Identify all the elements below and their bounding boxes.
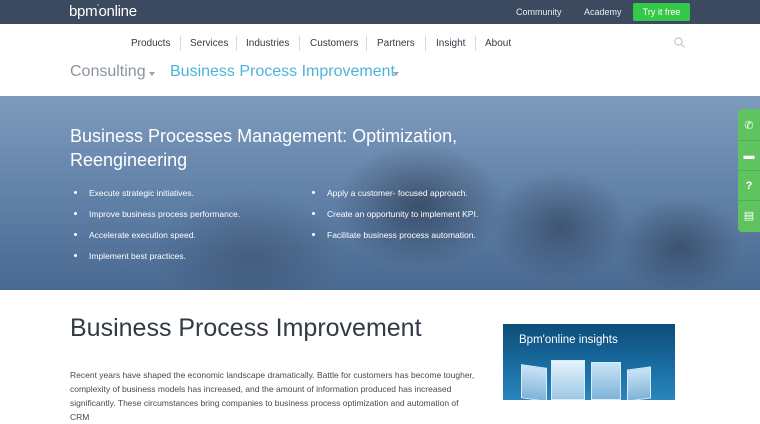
nav-divider xyxy=(180,36,181,51)
nav-divider xyxy=(366,36,367,51)
nav-products[interactable]: Products xyxy=(131,38,170,49)
nav-insight[interactable]: Insight xyxy=(436,38,465,49)
page-title: Business Process Improvement xyxy=(70,314,422,342)
try-it-free-button[interactable]: Try it free xyxy=(633,3,690,21)
hero-bullet: Facilitate business process automation. xyxy=(312,230,476,240)
hero-title: Business Processes Management: Optimizat… xyxy=(70,126,458,170)
hero-bullet: Create an opportunity to implement KPI. xyxy=(311,209,479,219)
logo-text-suffix: online xyxy=(98,3,138,20)
phone-icon[interactable]: ✆ xyxy=(738,111,760,141)
search-icon[interactable] xyxy=(674,37,685,48)
nav-partners[interactable]: Partners xyxy=(377,38,415,49)
insights-video-thumbnail[interactable]: Bpm'online insights xyxy=(503,324,675,400)
logo-text-prefix: bpm xyxy=(69,3,98,20)
side-toolbar: ✆ ▬ ? ▤ xyxy=(738,109,760,232)
screen-panel xyxy=(627,366,651,400)
nav-divider xyxy=(236,36,237,51)
chevron-down-icon[interactable] xyxy=(393,72,399,76)
insights-label: Bpm'online insights xyxy=(519,334,618,346)
breadcrumb-consulting[interactable]: Consulting xyxy=(70,63,146,81)
breadcrumb-business-process-improvement[interactable]: Business Process Improvement xyxy=(170,63,395,81)
screen-panel xyxy=(521,364,547,400)
academy-link[interactable]: Academy xyxy=(584,7,622,17)
bpmonline-logo[interactable]: bpm'online xyxy=(69,3,137,20)
hero-bullet: Apply a customer- focused approach. xyxy=(312,188,468,198)
chevron-down-icon[interactable] xyxy=(149,72,155,76)
feedback-icon[interactable]: ▤ xyxy=(738,201,760,231)
top-bar: bpm'online Community Academy Try it free xyxy=(0,0,760,24)
intro-paragraph: Recent years have shaped the economic la… xyxy=(70,370,475,422)
screen-panel xyxy=(591,362,621,400)
nav-industries[interactable]: Industries xyxy=(246,38,289,49)
chat-icon[interactable]: ▬ xyxy=(738,141,760,171)
hero-bullet: Implement best practices. xyxy=(74,251,186,261)
nav-services[interactable]: Services xyxy=(190,38,228,49)
community-link[interactable]: Community xyxy=(516,7,562,17)
nav-divider xyxy=(425,36,426,51)
screen-panel xyxy=(551,360,585,400)
nav-divider xyxy=(475,36,476,51)
hero-bullet: Improve business process performance. xyxy=(73,209,241,219)
main-nav: Products Services Industries Customers P… xyxy=(0,24,760,62)
hero-bullet: Execute strategic initiatives. xyxy=(74,188,194,198)
hero-bullet: Accelerate execution speed. xyxy=(74,230,196,240)
nav-customers[interactable]: Customers xyxy=(310,38,358,49)
nav-about[interactable]: About xyxy=(485,38,511,49)
help-icon[interactable]: ? xyxy=(738,171,760,201)
hero-banner: Business Processes Management: Optimizat… xyxy=(0,96,760,290)
breadcrumb: Consulting Business Process Improvement xyxy=(0,62,760,94)
nav-divider xyxy=(299,36,300,51)
